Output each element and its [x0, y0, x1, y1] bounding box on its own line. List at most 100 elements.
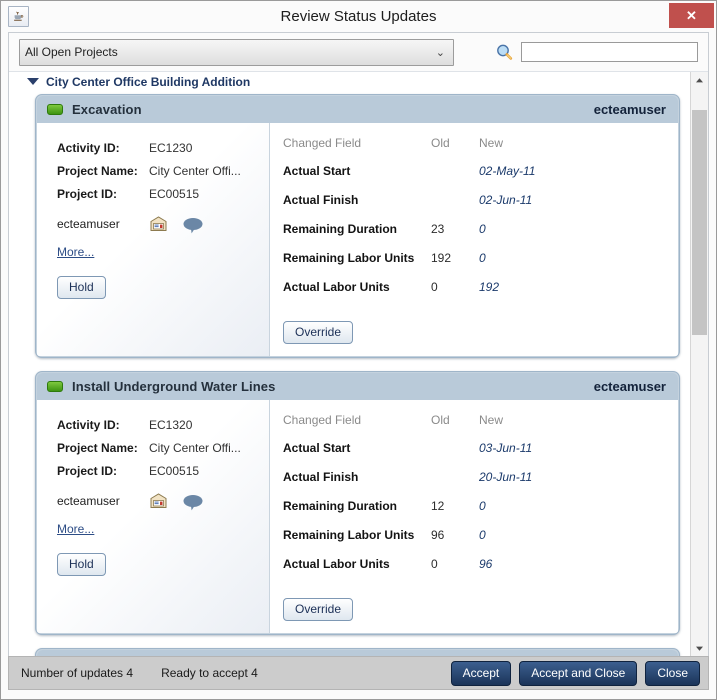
project-filter-select[interactable]: All Open Projects	[19, 38, 454, 66]
comment-bubble-icon[interactable]	[182, 216, 205, 233]
activity-id-value: EC1320	[149, 417, 193, 432]
close-window-button[interactable]: ✕	[669, 3, 714, 28]
activity-id-label: Activity ID:	[57, 140, 120, 155]
more-link[interactable]: More...	[57, 522, 94, 536]
changed-fields-table: Changed Field Old New Actual Start 02-May-11…	[283, 136, 551, 304]
green-status-icon	[47, 104, 63, 115]
project-group-header[interactable]: City Center Office Building Addition	[9, 72, 690, 91]
card-changes-pane: Changed Field Old New Actual Start 03-Jun-11…	[270, 400, 678, 633]
changed-field-name: Actual Finish	[283, 192, 359, 207]
comment-bubble-icon[interactable]	[182, 493, 205, 510]
status-bar: Number of updates 4 Ready to accept 4 Ac…	[8, 656, 709, 690]
changed-field-row: Actual Labor Units 0 96	[283, 552, 551, 581]
status-update-card: Install Underground Water Lines ecteamuse…	[35, 371, 680, 635]
scroll-down-button[interactable]	[691, 640, 708, 656]
changed-field-old	[431, 188, 479, 217]
col-old: Old	[431, 413, 450, 427]
changed-field-old: 12	[431, 498, 445, 513]
project-group-name: City Center Office Building Addition	[46, 74, 251, 89]
search-input[interactable]	[521, 42, 698, 62]
changed-field-new: 0	[479, 527, 486, 542]
dialog-button-group: Accept Accept and Close Close	[443, 660, 700, 686]
project-id-row: Project ID: EC00515	[57, 459, 269, 482]
hold-button[interactable]: Hold	[57, 276, 106, 299]
project-name-row: Project Name: City Center Offi...	[57, 436, 269, 459]
changed-field-name: Actual Start	[283, 163, 351, 178]
project-filter-wrapper: All Open Projects ⌄	[19, 38, 454, 66]
changed-field-new: 0	[479, 498, 486, 513]
green-status-icon	[47, 381, 63, 392]
project-name-value: City Center Offi...	[149, 163, 241, 178]
search-icon[interactable]	[495, 43, 514, 62]
accept-and-close-button[interactable]: Accept and Close	[519, 660, 638, 686]
updates-list: City Center Office Building Addition Exc…	[9, 72, 690, 656]
changed-field-name: Actual Start	[283, 440, 351, 455]
scroll-up-button[interactable]	[691, 72, 708, 88]
scrollbar-thumb[interactable]	[692, 110, 707, 335]
changed-field-row: Actual Finish 02-Jun-11	[283, 188, 551, 217]
changed-field-row: Actual Start 03-Jun-11	[283, 436, 551, 465]
hold-button[interactable]: Hold	[57, 553, 106, 576]
card-body: Activity ID: EC1320 Project Name: City Cent…	[37, 400, 678, 633]
changed-field-row: Remaining Labor Units 192 0	[283, 246, 551, 275]
changed-field-new: 02-May-11	[479, 163, 536, 178]
changed-field-row: Actual Start 02-May-11	[283, 159, 551, 188]
project-id-row: Project ID: EC00515	[57, 182, 269, 205]
changed-field-new: 0	[479, 221, 486, 236]
activity-id-value: EC1230	[149, 140, 193, 155]
scroll-zone: City Center Office Building Addition Exc…	[9, 71, 708, 656]
changed-field-old	[431, 436, 479, 465]
title-bar: Review Status Updates ✕	[1, 1, 716, 32]
project-name-value: City Center Offi...	[149, 440, 241, 455]
project-id-label: Project ID:	[57, 186, 118, 201]
changed-field-row: Remaining Duration 12 0	[283, 494, 551, 523]
changed-field-old: 23	[431, 221, 445, 236]
card-owner-name: ecteamuser	[593, 379, 666, 394]
col-old: Old	[431, 136, 450, 150]
card-username: ecteamuser	[57, 494, 120, 508]
updates-count-text: Number of updates 4	[21, 666, 134, 680]
override-button[interactable]: Override	[283, 598, 354, 621]
card-activity-title: Excavation	[72, 102, 142, 117]
changed-field-name: Remaining Duration	[283, 498, 398, 513]
more-link[interactable]: More...	[57, 245, 94, 259]
mail-icon[interactable]	[149, 216, 168, 232]
status-update-card: Excavation ecteamuser Activity ID: EC1230 Pr…	[35, 94, 680, 358]
ready-to-accept-text: Ready to accept 4	[161, 666, 258, 680]
changed-field-new: 02-Jun-11	[479, 192, 533, 207]
activity-id-row: Activity ID: EC1230	[57, 136, 269, 159]
card-user-row: ecteamuser	[57, 486, 269, 516]
card-activity-title: Install Underground Water Lines	[72, 379, 276, 394]
override-button[interactable]: Override	[283, 321, 354, 344]
col-changed-field: Changed Field	[283, 136, 362, 150]
mail-icon[interactable]	[149, 493, 168, 509]
changed-field-old: 0	[431, 279, 438, 294]
project-id-value: EC00515	[149, 463, 200, 478]
card-user-row: ecteamuser	[57, 209, 269, 239]
toolbar: All Open Projects ⌄	[9, 33, 708, 71]
changed-field-row: Actual Finish 20-Jun-11	[283, 465, 551, 494]
project-name-row: Project Name: City Center Offi...	[57, 159, 269, 182]
changed-field-old: 96	[431, 527, 445, 542]
vertical-scrollbar[interactable]	[690, 72, 708, 656]
card-username: ecteamuser	[57, 217, 120, 231]
triangle-down-icon[interactable]	[27, 78, 39, 85]
card-details-pane: Activity ID: EC1230 Project Name: City Cent…	[37, 123, 270, 356]
col-changed-field: Changed Field	[283, 413, 362, 427]
changed-field-old: 0	[431, 556, 438, 571]
card-header: Install Underground Electric Conduitecte…	[37, 650, 678, 656]
changed-field-row: Remaining Labor Units 96 0	[283, 523, 551, 552]
changed-fields-table: Changed Field Old New Actual Start 03-Jun-11…	[283, 413, 551, 581]
changed-field-new: 20-Jun-11	[479, 469, 533, 484]
activity-id-row: Activity ID: EC1320	[57, 413, 269, 436]
footer-padding	[1, 690, 716, 699]
changed-field-new: 03-Jun-11	[479, 440, 533, 455]
accept-button[interactable]: Accept	[450, 660, 512, 686]
search-area	[495, 42, 708, 62]
changed-field-name: Remaining Labor Units	[283, 250, 415, 265]
activity-id-label: Activity ID:	[57, 417, 120, 432]
card-changes-pane: Changed Field Old New Actual Start 02-May-11…	[270, 123, 678, 356]
close-button[interactable]: Close	[645, 660, 700, 686]
changed-field-old	[431, 159, 479, 188]
col-new: New	[479, 413, 504, 427]
